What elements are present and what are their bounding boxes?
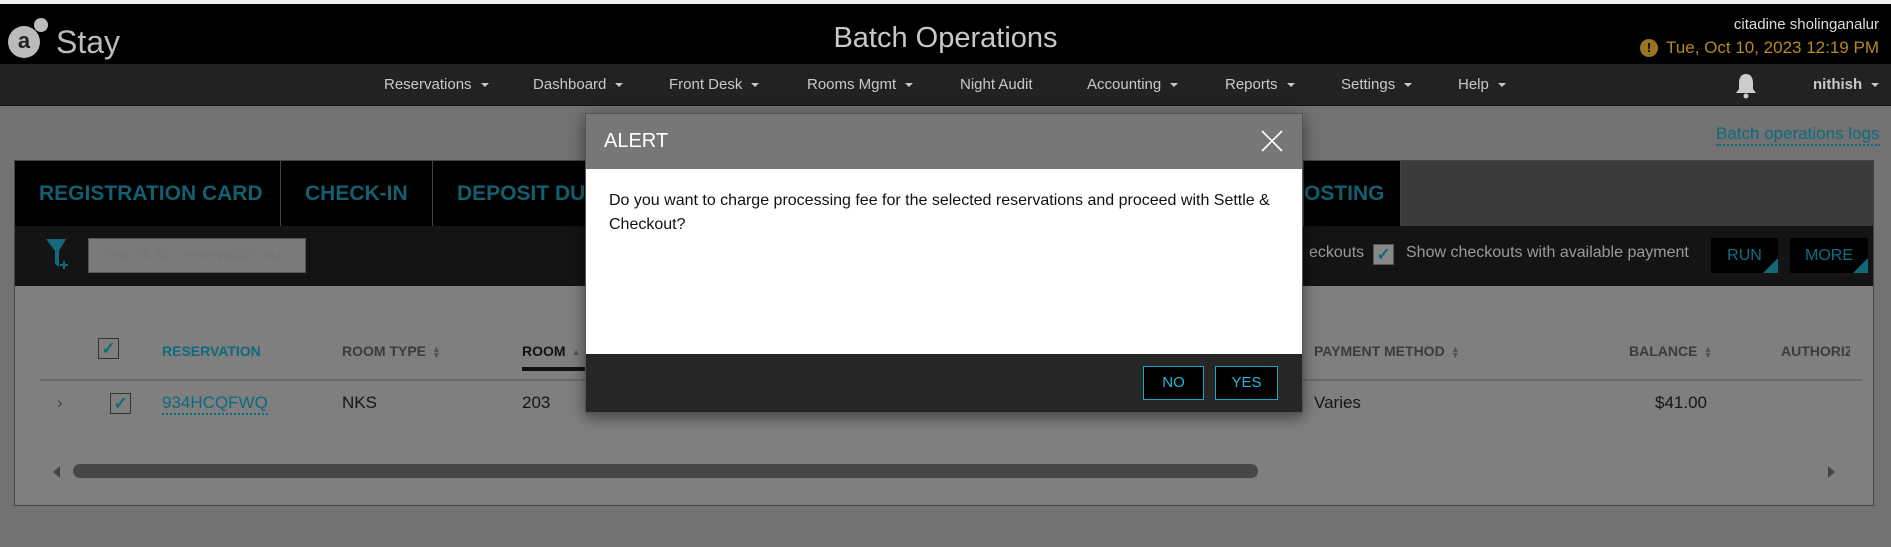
hotel-name: citadine sholinganalur	[1733, 16, 1879, 33]
nav-label: Help	[1458, 76, 1489, 93]
caret-down-icon	[480, 83, 489, 88]
show-checkouts-label: Show checkouts with available payment	[1406, 244, 1689, 261]
show-checkouts-checkbox[interactable]: ✓	[1373, 244, 1394, 265]
business-date: ! Tue, Oct 10, 2023 12:19 PM	[1640, 38, 1879, 58]
caret-down-icon	[751, 83, 760, 88]
nav-dashboard[interactable]: Dashboard	[533, 76, 624, 93]
run-label: RUN	[1727, 247, 1762, 264]
more-label: MORE	[1805, 247, 1853, 264]
dialog-footer: NO YES	[586, 354, 1302, 412]
caret-down-icon	[1404, 83, 1413, 88]
tab-check-in[interactable]: CHECK-IN	[281, 161, 433, 226]
caret-down-icon	[1497, 83, 1506, 88]
select-all-checkbox[interactable]: ✓	[98, 338, 119, 359]
main-nav: Reservations Dashboard Front Desk Rooms …	[0, 64, 1891, 106]
sort-ascending-icon: ▲	[571, 347, 581, 358]
user-menu[interactable]: nithish	[1813, 76, 1880, 93]
nav-label: Settings	[1341, 76, 1396, 93]
scroll-right-icon[interactable]	[1828, 466, 1835, 478]
nav-label: Night Audit	[960, 76, 1033, 93]
reservation-search-input[interactable]	[88, 238, 306, 273]
close-icon[interactable]	[1260, 129, 1284, 153]
header-label: ROOM	[522, 343, 566, 359]
alert-dialog: ALERT Do you want to charge processing f…	[585, 113, 1303, 413]
user-name: nithish	[1813, 76, 1863, 93]
nav-rooms-mgmt[interactable]: Rooms Mgmt	[807, 76, 914, 93]
column-header-authorization[interactable]: AUTHORIZ	[1781, 343, 1850, 359]
add-filter-icon[interactable]	[45, 237, 71, 271]
tab-registration-card[interactable]: REGISTRATION CARD	[15, 161, 281, 226]
top-bar: a Stay Batch Operations citadine sholing…	[0, 4, 1891, 64]
yes-button[interactable]: YES	[1215, 366, 1278, 400]
checkouts-option-label: eckouts	[1309, 244, 1365, 261]
run-button[interactable]: RUN	[1711, 238, 1778, 273]
bell-icon[interactable]	[1734, 72, 1758, 100]
scroll-left-icon[interactable]	[53, 466, 60, 478]
room-cell: 203	[522, 393, 551, 412]
corner-triangle-icon	[1763, 258, 1778, 273]
sort-icon: ▲ ▼	[1703, 344, 1713, 361]
page-title: Batch Operations	[833, 22, 1058, 54]
nav-label: Reservations	[384, 76, 472, 93]
column-header-room[interactable]: ROOM ▲	[522, 343, 580, 359]
no-button[interactable]: NO	[1143, 366, 1204, 400]
datetime-text: Tue, Oct 10, 2023 12:19 PM	[1666, 38, 1879, 57]
sort-icon: ▲ ▼	[432, 344, 441, 361]
column-header-room-type[interactable]: ROOM TYPE ▲ ▼	[342, 343, 441, 361]
nav-front-desk[interactable]: Front Desk	[669, 76, 760, 93]
dialog-message: Do you want to charge processing fee for…	[609, 192, 1270, 233]
column-header-payment-method[interactable]: PAYMENT METHOD ▲ ▼	[1314, 343, 1460, 361]
corner-triangle-icon	[1853, 258, 1868, 273]
batch-operations-logs-link[interactable]: Batch operations logs	[1716, 124, 1880, 146]
exclamation-circle-icon: !	[1640, 39, 1659, 57]
payment-method-cell: Varies	[1314, 393, 1361, 412]
more-button[interactable]: MORE	[1790, 238, 1868, 273]
nav-label: Rooms Mgmt	[807, 76, 897, 93]
reservation-link[interactable]: 934HCQFWQ	[162, 393, 268, 415]
nav-label: Reports	[1225, 76, 1278, 93]
caret-down-icon	[905, 83, 914, 88]
column-header-balance[interactable]: BALANCE ▲ ▼	[1629, 343, 1713, 361]
header-label: BALANCE	[1629, 343, 1698, 359]
chevron-right-icon[interactable]: ›	[57, 393, 63, 413]
caret-down-icon	[1871, 83, 1880, 88]
nav-accounting[interactable]: Accounting	[1087, 76, 1179, 93]
header-label: PAYMENT METHOD	[1314, 343, 1445, 359]
header-label: ROOM TYPE	[342, 343, 427, 359]
nav-reservations[interactable]: Reservations	[384, 76, 489, 93]
caret-down-icon	[1170, 83, 1179, 88]
row-checkbox[interactable]: ✓	[110, 393, 131, 414]
dialog-header: ALERT	[586, 114, 1302, 169]
balance-cell: $41.00	[1655, 393, 1707, 412]
nav-help[interactable]: Help	[1458, 76, 1506, 93]
sort-icon: ▲ ▼	[1450, 344, 1460, 361]
caret-down-icon	[1286, 83, 1295, 88]
nav-label: Front Desk	[669, 76, 743, 93]
nav-reports[interactable]: Reports	[1225, 76, 1295, 93]
caret-down-icon	[615, 83, 624, 88]
nav-settings[interactable]: Settings	[1341, 76, 1413, 93]
column-header-reservation[interactable]: RESERVATION	[162, 343, 261, 359]
nav-label: Dashboard	[533, 76, 607, 93]
nav-label: Accounting	[1087, 76, 1162, 93]
tab-posting[interactable]: OSTING	[1304, 161, 1401, 226]
nav-night-audit[interactable]: Night Audit	[960, 76, 1033, 93]
horizontal-scrollbar[interactable]	[73, 464, 1258, 478]
dialog-title: ALERT	[604, 130, 669, 152]
room-type-cell: NKS	[342, 393, 377, 412]
